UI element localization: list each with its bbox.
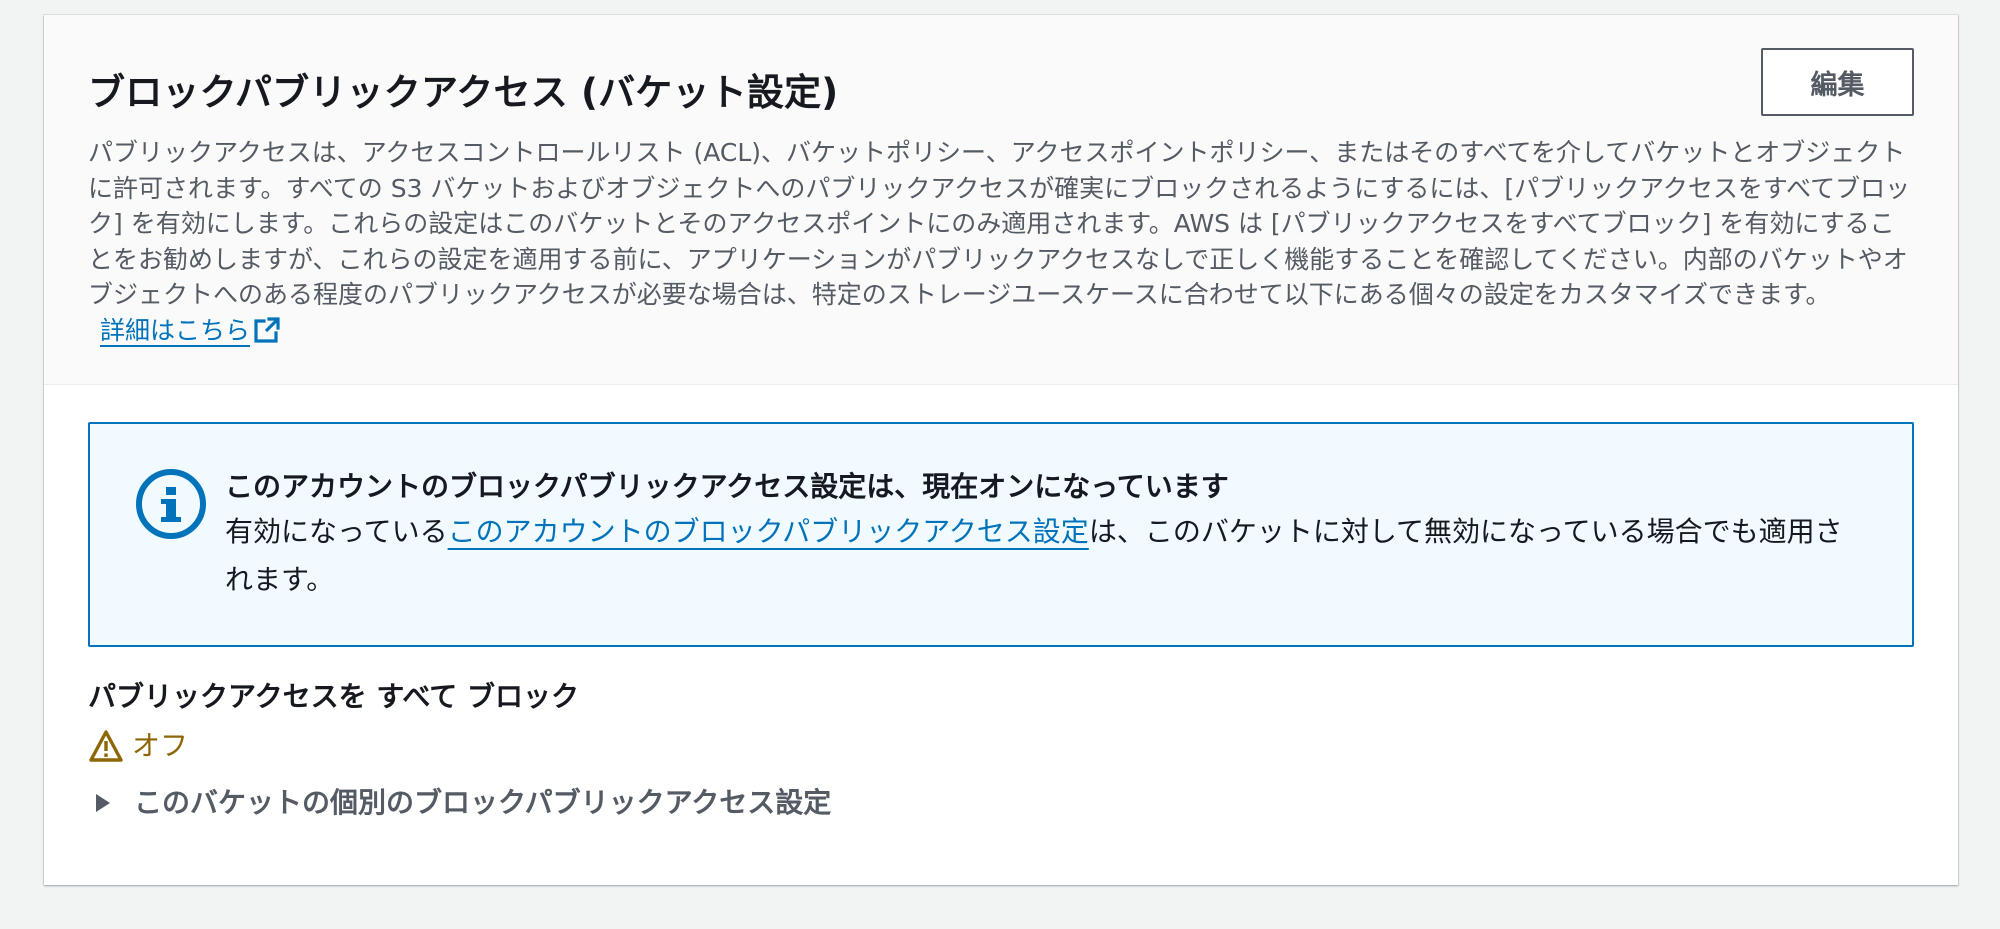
panel-body: このアカウントのブロックパブリックアクセス設定は、現在オンになっています 有効に… (44, 385, 1958, 823)
panel-header: ブロックパブリックアクセス (バケット設定) 編集 パブリックアクセスは、アクセ… (44, 15, 1958, 385)
info-body: 有効になっているこのアカウントのブロックパブリックアクセス設定は、このバケットに… (225, 508, 1865, 604)
block-all-label: パブリックアクセスを すべて ブロック (88, 680, 580, 713)
warning-icon (89, 730, 123, 762)
block-all-status: オフ (88, 727, 1914, 765)
panel-description: パブリックアクセスは、アクセスコントロールリスト (ACL)、バケットポリシー、… (88, 135, 1918, 348)
learn-more-link[interactable]: 詳細はこちら (100, 316, 282, 345)
panel-title: ブロックパブリックアクセス (バケット設定) (88, 71, 839, 114)
description-text: パブリックアクセスは、アクセスコントロールリスト (ACL)、バケットポリシー、… (88, 138, 1911, 309)
expander-label: このバケットの個別のブロックパブリックアクセス設定 (134, 786, 832, 819)
caret-right-icon (96, 794, 110, 812)
individual-settings-expander[interactable]: このバケットの個別のブロックパブリックアクセス設定 (88, 783, 1914, 823)
info-icon (136, 469, 206, 539)
edit-button[interactable]: 編集 (1761, 48, 1914, 116)
info-body-prefix: 有効になっている (225, 515, 448, 548)
external-link-icon (254, 316, 280, 343)
status-text: オフ (132, 729, 189, 762)
info-heading: このアカウントのブロックパブリックアクセス設定は、現在オンになっています (225, 470, 1229, 503)
learn-more-label: 詳細はこちら (100, 315, 251, 345)
account-setting-link[interactable]: このアカウントのブロックパブリックアクセス設定 (448, 515, 1089, 548)
block-public-access-panel: ブロックパブリックアクセス (バケット設定) 編集 パブリックアクセスは、アクセ… (44, 15, 1958, 885)
account-setting-info-alert: このアカウントのブロックパブリックアクセス設定は、現在オンになっています 有効に… (88, 422, 1914, 647)
